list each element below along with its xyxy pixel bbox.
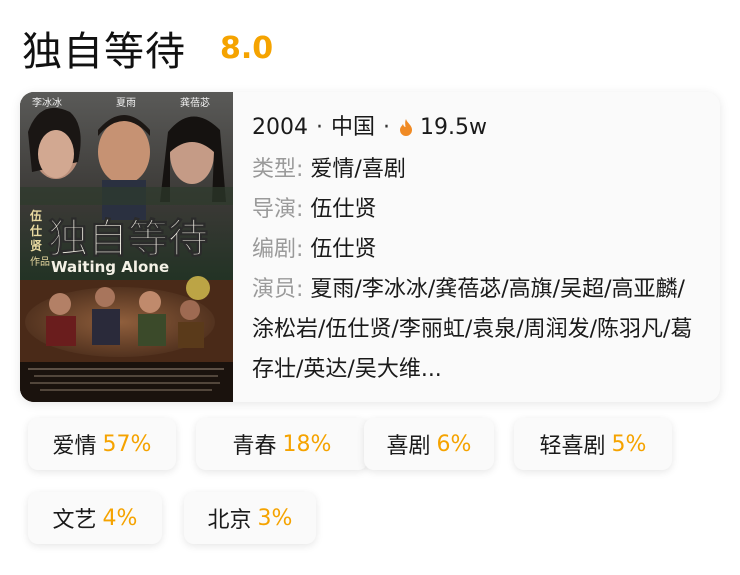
tag-name: 青春 xyxy=(232,434,277,459)
poster-image: 伍 仕 贤 作品 独自等待 Waiting Alone xyxy=(20,92,233,402)
tag-percent: 5% xyxy=(611,431,647,457)
tag-romance[interactable]: 爱情 57% xyxy=(28,418,176,470)
tag-percent: 4% xyxy=(102,505,138,531)
poster-name-2: 夏雨 xyxy=(116,98,136,109)
poster-name-1: 李冰冰 xyxy=(32,98,62,109)
tag-beijing[interactable]: 北京 3% xyxy=(184,492,316,544)
svg-text:贤: 贤 xyxy=(30,239,42,253)
tag-name: 喜剧 xyxy=(386,434,431,459)
movie-header: 独自等待 8.0 xyxy=(22,22,274,75)
svg-text:Waiting Alone: Waiting Alone xyxy=(51,258,169,276)
tag-name: 轻喜剧 xyxy=(539,434,606,459)
writer-label: 编剧: xyxy=(252,237,304,262)
writer-row: 编剧: 伍仕贤 xyxy=(252,230,706,270)
movie-info-card[interactable]: 伍 仕 贤 作品 独自等待 Waiting Alone 李冰冰 夏雨 龚蓓苾 2… xyxy=(20,92,720,402)
movie-info: 2004 · 中国 · 19.5w 类型: 爱情/喜剧 导演: 伍仕贤 编剧: 伍仕贤 … xyxy=(252,108,706,390)
genre-value: 爱情/喜剧 xyxy=(310,157,406,182)
svg-text:伍: 伍 xyxy=(29,208,42,223)
genre-row: 类型: 爱情/喜剧 xyxy=(252,150,706,190)
flame-icon xyxy=(398,110,414,150)
genre-label: 类型: xyxy=(252,157,304,182)
cast-label: 演员: xyxy=(252,277,304,302)
tag-percent: 18% xyxy=(282,431,332,457)
movie-title: 独自等待 xyxy=(22,29,186,75)
tag-arthouse[interactable]: 文艺 4% xyxy=(28,492,162,544)
writer-value: 伍仕贤 xyxy=(310,237,377,262)
tag-name: 北京 xyxy=(207,508,252,533)
tag-youth[interactable]: 青春 18% xyxy=(196,418,368,470)
tag-comedy[interactable]: 喜剧 6% xyxy=(364,418,494,470)
cast-value: 夏雨/李冰冰/龚蓓苾/高旗/吴超/高亚麟/涂松岩/伍仕贤/李丽虹/袁泉/周润发/… xyxy=(252,277,693,382)
tag-light-comedy[interactable]: 轻喜剧 5% xyxy=(514,418,672,470)
svg-text:仕: 仕 xyxy=(29,223,42,238)
movie-region: 中国 xyxy=(331,115,376,140)
svg-text:独自等待: 独自等待 xyxy=(48,216,208,262)
movie-rating: 8.0 xyxy=(220,30,274,66)
tag-percent: 57% xyxy=(102,431,152,457)
tag-name: 爱情 xyxy=(52,434,97,459)
poster-name-3: 龚蓓苾 xyxy=(180,98,210,109)
movie-year: 2004 xyxy=(252,115,308,140)
movie-poster[interactable]: 伍 仕 贤 作品 独自等待 Waiting Alone 李冰冰 夏雨 龚蓓苾 xyxy=(20,92,233,402)
meta-row: 2004 · 中国 · 19.5w xyxy=(252,108,706,150)
director-value: 伍仕贤 xyxy=(310,197,377,222)
tag-percent: 6% xyxy=(436,431,472,457)
svg-text:作品: 作品 xyxy=(30,256,50,268)
director-row: 导演: 伍仕贤 xyxy=(252,190,706,230)
movie-heat: 19.5w xyxy=(420,115,487,140)
director-label: 导演: xyxy=(252,197,304,222)
tag-name: 文艺 xyxy=(52,508,97,533)
tag-percent: 3% xyxy=(257,505,293,531)
cast-row: 演员: 夏雨/李冰冰/龚蓓苾/高旗/吴超/高亚麟/涂松岩/伍仕贤/李丽虹/袁泉/… xyxy=(252,270,706,390)
